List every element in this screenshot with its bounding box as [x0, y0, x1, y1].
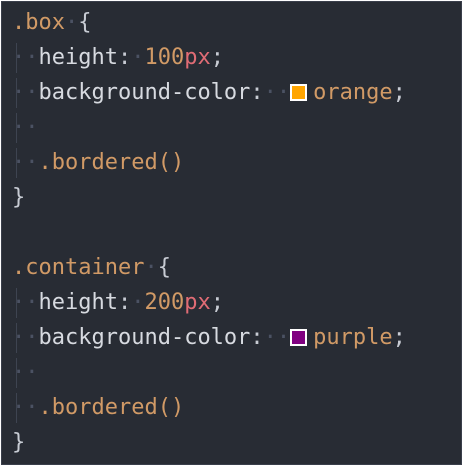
code-line-4: ·· — [12, 115, 39, 140]
code-line-1: .box·{ — [12, 10, 92, 35]
property-name: background-color — [38, 80, 251, 105]
selector-box: .box — [12, 10, 65, 35]
number-value: 200 — [144, 290, 185, 315]
unit-value: px — [184, 45, 211, 70]
code-line-3: ··background-color:·· orange; — [12, 80, 406, 105]
code-line-11: ·· — [12, 360, 39, 385]
unit-value: px — [184, 290, 211, 315]
color-swatch-orange[interactable] — [290, 84, 308, 101]
code-line-13: } — [12, 428, 25, 458]
number-value: 100 — [144, 45, 185, 70]
code-line-12: ··.bordered() — [12, 395, 185, 420]
color-swatch-purple[interactable] — [290, 329, 308, 346]
code-line-9: ··height:·200px; — [12, 290, 224, 315]
property-name: height — [38, 45, 118, 70]
mixin-call: .bordered() — [38, 150, 185, 175]
property-name: background-color — [38, 325, 251, 350]
code-editor[interactable]: .box·{ ··height:·100px; ··background-col… — [1, 1, 462, 465]
close-brace: } — [12, 430, 26, 455]
mixin-call: .bordered() — [38, 395, 185, 420]
color-value: purple — [313, 325, 393, 350]
code-line-10: ··background-color:·· purple; — [12, 325, 406, 350]
code-line-2: ··height:·100px; — [12, 45, 224, 70]
color-value: orange — [313, 80, 393, 105]
code-line-6: } — [12, 183, 25, 213]
selector-container: .container — [12, 255, 145, 280]
open-brace: { — [157, 255, 171, 280]
close-brace: } — [12, 185, 26, 210]
code-line-8: .container·{ — [12, 255, 171, 280]
property-name: height — [38, 290, 118, 315]
code-line-5: ··.bordered() — [12, 150, 185, 175]
open-brace: { — [78, 10, 92, 35]
